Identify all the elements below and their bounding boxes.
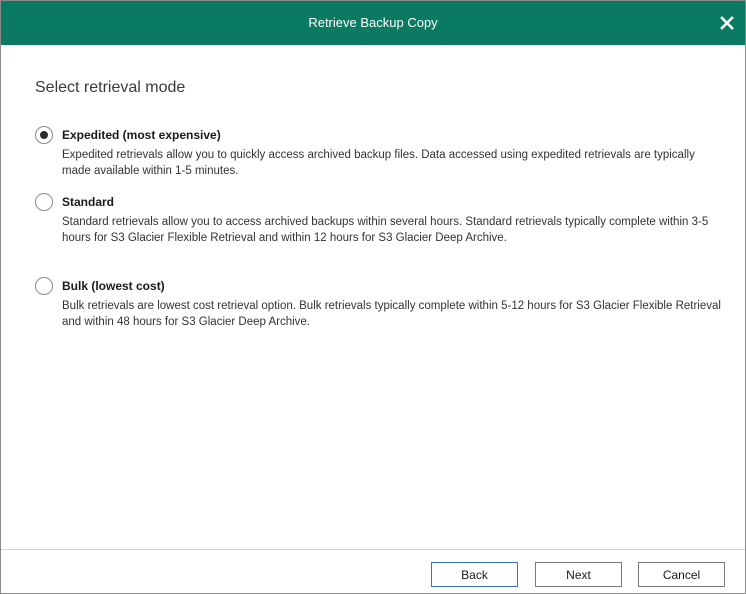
window-title: Retrieve Backup Copy <box>308 15 438 30</box>
back-button[interactable]: Back <box>431 562 518 587</box>
option-description-bulk: Bulk retrievals are lowest cost retrieva… <box>62 300 721 328</box>
page-heading: Select retrieval mode <box>35 79 186 96</box>
retrieve-backup-copy-dialog: Retrieve Backup Copy Select retrieval mo… <box>0 0 746 594</box>
option-description-expedited: Expedited retrievals allow you to quickl… <box>62 149 695 177</box>
close-icon[interactable] <box>717 13 737 33</box>
title-bar: Retrieve Backup Copy <box>1 1 745 45</box>
next-button[interactable]: Next <box>535 562 622 587</box>
radio-standard[interactable] <box>35 193 53 211</box>
option-description-standard: Standard retrievals allow you to access … <box>62 216 709 244</box>
radio-bulk[interactable] <box>35 277 53 295</box>
option-label-bulk[interactable]: Bulk (lowest cost) <box>62 279 165 293</box>
option-label-expedited[interactable]: Expedited (most expensive) <box>62 128 221 142</box>
option-standard[interactable]: Standard Standard retrievals allow you t… <box>35 192 725 246</box>
option-label-standard[interactable]: Standard <box>62 195 114 209</box>
footer-divider <box>1 549 745 550</box>
option-bulk[interactable]: Bulk (lowest cost) Bulk retrievals are l… <box>35 276 725 330</box>
radio-expedited[interactable] <box>35 126 53 144</box>
cancel-button[interactable]: Cancel <box>638 562 725 587</box>
option-expedited[interactable]: Expedited (most expensive) Expedited ret… <box>35 125 725 179</box>
